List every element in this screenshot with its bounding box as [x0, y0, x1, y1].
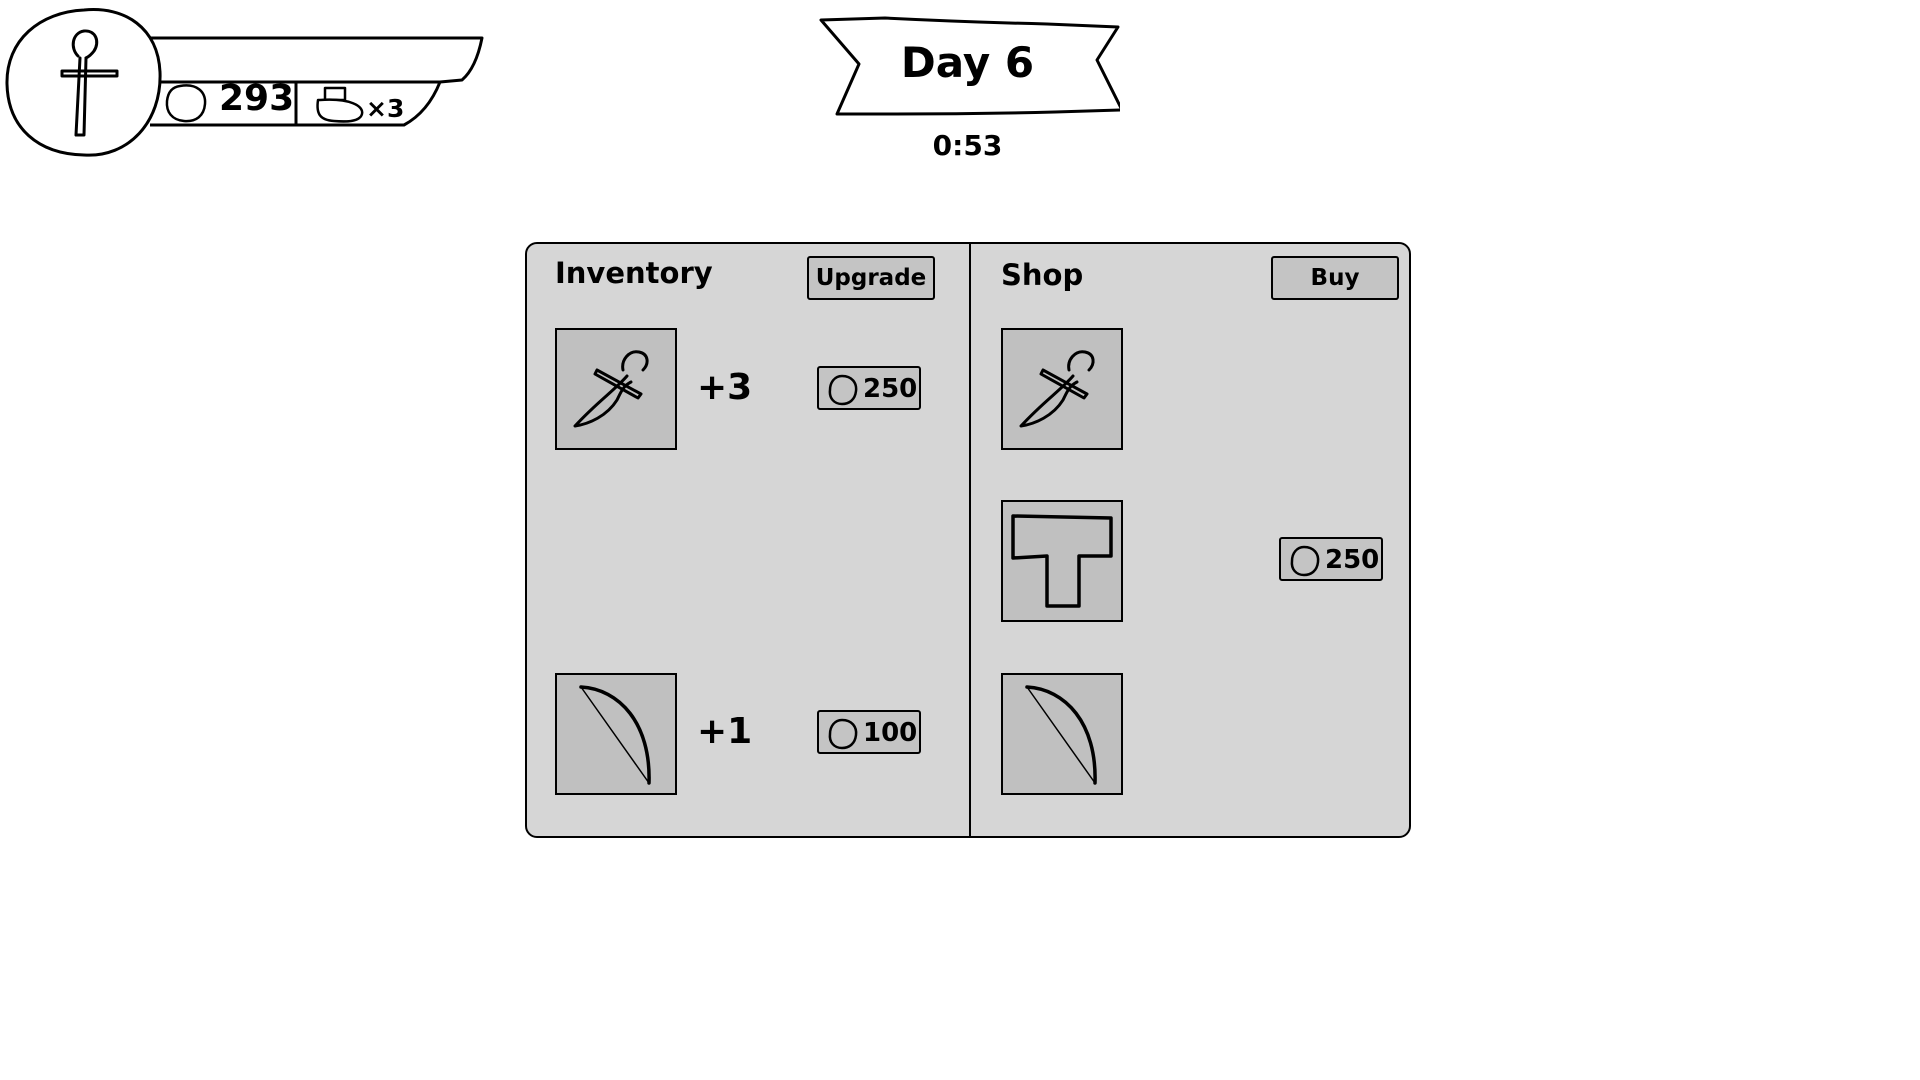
item-level: +1	[697, 711, 753, 752]
price-value: 250	[863, 374, 918, 404]
potion-count: ×3	[366, 94, 405, 123]
gold-count: 293	[219, 78, 295, 119]
coin-icon	[1290, 545, 1320, 577]
shop-slot-dagger[interactable]	[1001, 328, 1123, 450]
inventory-title: Inventory	[555, 256, 713, 290]
coin-icon	[165, 84, 207, 123]
shop-slot-chestplate[interactable]	[1001, 500, 1123, 622]
buy-button[interactable]: Buy	[1271, 256, 1399, 300]
price-value: 100	[863, 718, 918, 748]
price-value: 250	[1325, 545, 1380, 575]
day-title: Day 6	[900, 38, 1035, 87]
upgrade-price: 250	[817, 366, 921, 410]
inventory-slot-dagger[interactable]	[555, 328, 677, 450]
player-hud: 293 ×3	[0, 0, 490, 165]
day-banner: Day 6	[815, 14, 1120, 118]
coin-icon	[828, 374, 858, 406]
dagger-icon	[573, 350, 649, 428]
bow-icon	[1025, 685, 1097, 785]
dagger-icon	[1019, 350, 1095, 428]
round-timer: 0:53	[932, 129, 1003, 162]
inventory-slot-bow[interactable]	[555, 673, 677, 795]
bow-icon	[579, 685, 651, 785]
buy-price: 250	[1279, 537, 1383, 581]
inventory-shop-panel: Inventory Upgrade +3 250 +1 100 Shop Buy…	[525, 242, 1411, 838]
shop-slot-bow[interactable]	[1001, 673, 1123, 795]
panel-divider	[969, 244, 971, 836]
chestplate-icon	[1011, 514, 1113, 608]
coin-icon	[828, 718, 858, 750]
shop-title: Shop	[1001, 258, 1084, 292]
upgrade-button[interactable]: Upgrade	[807, 256, 935, 300]
item-level: +3	[697, 367, 753, 408]
upgrade-price: 100	[817, 710, 921, 754]
